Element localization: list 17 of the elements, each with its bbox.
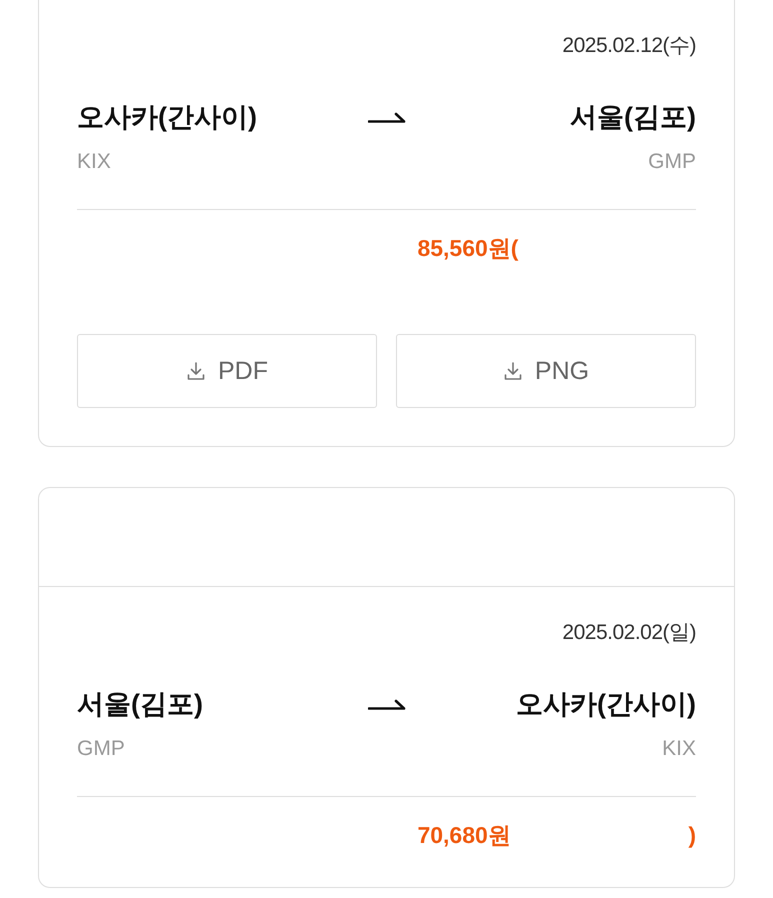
download-button[interactable]: PNG [396, 334, 696, 408]
destination-code: KIX [662, 736, 696, 762]
origin-city: 오사카(간사이) [77, 101, 257, 134]
download-icon [502, 361, 523, 381]
destination-city: 서울(김포) [570, 101, 696, 134]
flight-date: 2025.02.02(일) [562, 620, 696, 646]
download-button[interactable]: PDF [77, 334, 377, 408]
download-icon [186, 361, 206, 381]
flight-date: 2025.02.12(수) [562, 33, 696, 59]
origin-city: 서울(김포) [77, 688, 203, 721]
origin-code: KIX [77, 149, 111, 175]
destination-code: GMP [648, 149, 696, 175]
origin-code: GMP [77, 736, 125, 762]
price-text: 85,560원( [417, 234, 518, 262]
price-text: 70,680원 [417, 821, 511, 849]
destination-city: 오사카(간사이) [516, 688, 696, 721]
price-suffix: ) [688, 821, 696, 849]
